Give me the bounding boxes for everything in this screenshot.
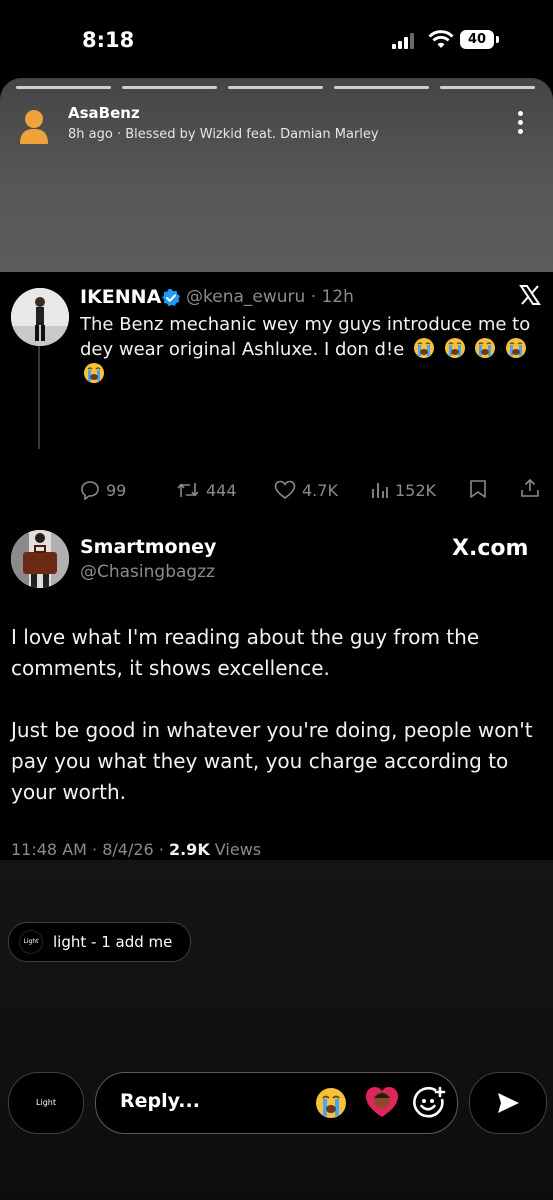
story-progress-segment (440, 86, 535, 89)
tweet2-paragraph: I love what I'm reading about the guy fr… (11, 625, 480, 680)
tweet1-author-name: IKENNA (80, 286, 162, 308)
tweet2-author-name: Smartmoney (80, 536, 217, 558)
cellular-signal-icon (392, 33, 414, 49)
more-options-icon[interactable] (518, 111, 524, 138)
status-bar: 8:18 40 (0, 0, 553, 78)
tweet2-text: I love what I'm reading about the guy fr… (11, 622, 546, 839)
send-arrow-icon (498, 1093, 519, 1113)
story-card[interactable]: AsaBenz 8h ago · Blessed by Wizkid feat.… (0, 78, 553, 1200)
retweet-icon (177, 483, 199, 497)
tweet1-reply-count: 99 (106, 480, 127, 500)
bookmark-icon (470, 480, 486, 498)
story-progress-segment (228, 86, 323, 89)
tweet1-views: 152K (371, 478, 436, 502)
send-button[interactable] (469, 1072, 547, 1134)
add-me-chip[interactable]: Light light - 1 add me (8, 922, 192, 962)
wifi-icon (428, 30, 454, 48)
tweet1-text: The Benz mechanic wey my guys introduce … (80, 312, 540, 387)
battery-nub (496, 36, 499, 43)
thread-line (38, 344, 40, 449)
battery-indicator: 40 (460, 30, 494, 49)
tweet1-like-count: 4.7K (302, 480, 338, 500)
verified-badge-icon (162, 289, 180, 307)
tweet1-view-count: 152K (395, 480, 437, 500)
smartmoney-avatar (11, 530, 69, 588)
status-time: 8:18 (82, 28, 135, 52)
loudly-crying-emoji-icon (414, 338, 434, 358)
story-meta[interactable]: 8h ago · Blessed by Wizkid feat. Damian … (68, 127, 379, 142)
light-profile-button[interactable]: Light (8, 1072, 84, 1134)
tweet2-views-count: 2.9K (168, 840, 210, 859)
tweet2-paragraph: Just be good in whatever you're doing, p… (11, 718, 533, 804)
reply-placeholder: Reply... (120, 1090, 200, 1112)
tweet1-actions: 99 444 4.7K 152K (80, 478, 540, 502)
tweet2-timestamp: 11:48 AM · 8/4/26 · (11, 840, 169, 859)
add-emoji-icon[interactable] (412, 1086, 446, 1120)
share-icon (521, 479, 539, 497)
tweet2-metadata: 11:48 AM · 8/4/26 · 2.9K Views (11, 840, 261, 859)
tweet1-reply: 99 (80, 478, 126, 502)
loudly-crying-emoji-icon (84, 363, 104, 383)
loudly-crying-emoji-icon (506, 338, 527, 358)
bitmoji-heart-icon[interactable] (364, 1084, 400, 1120)
loudly-crying-emoji-icon (444, 338, 465, 358)
x-com-brand: X.com (452, 536, 529, 561)
tweet1-handle-time: @kena_ewuru · 12h (186, 287, 354, 307)
reply-input[interactable]: Reply... (95, 1072, 458, 1134)
tweet2-views-label: Views (209, 840, 262, 859)
heart-icon (274, 480, 296, 499)
story-background (0, 860, 553, 1200)
x-logo-icon (519, 285, 541, 305)
story-user-avatar-icon[interactable] (18, 108, 50, 144)
ikenna-avatar (11, 288, 69, 346)
story-progress-segment (16, 86, 111, 89)
story-progress-segment (122, 86, 217, 89)
tweet1-like: 4.7K (274, 478, 338, 502)
story-header: AsaBenz 8h ago · Blessed by Wizkid feat.… (0, 78, 553, 272)
tweet1-retweet: 444 (176, 478, 237, 502)
tweet-screenshot: IKENNA @kena_ewuru · 12h The Benz mechan… (0, 272, 553, 906)
reply-icon (81, 481, 99, 500)
story-username[interactable]: AsaBenz (68, 104, 140, 122)
tweet1-retweet-count: 444 (206, 480, 237, 500)
loudly-crying-emoji-icon (475, 338, 496, 358)
views-chart-icon (372, 483, 388, 498)
crying-emoji-icon[interactable] (314, 1086, 348, 1120)
tweet2-handle: @Chasingbagzz (80, 562, 216, 582)
light-badge: Light (19, 930, 43, 954)
add-me-chip-label: light - 1 add me (53, 933, 173, 951)
story-progress-segment (334, 86, 429, 89)
